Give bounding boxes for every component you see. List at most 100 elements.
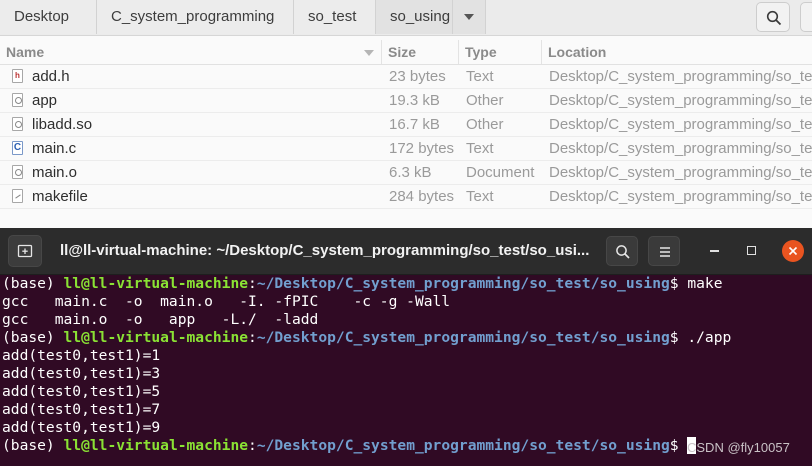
file-name: main.c — [32, 140, 77, 157]
breadcrumb-label: Desktop — [14, 8, 70, 25]
file-type: Document — [466, 164, 535, 181]
prompt-dollar: $ — [669, 437, 688, 454]
window-title: ll@ll-virtual-machine: ~/Desktop/C_syste… — [60, 242, 590, 259]
table-row[interactable]: app 19.3 kB Other Desktop/C_system_progr… — [0, 89, 812, 113]
command-text: ./app — [687, 329, 732, 346]
maximize-button[interactable] — [741, 240, 763, 262]
text-file-icon — [12, 189, 23, 203]
file-name: app — [32, 92, 58, 109]
column-size[interactable]: Size — [382, 40, 459, 64]
file-location: Desktop/C_system_programming/so_te — [549, 164, 812, 181]
file-type: Text — [466, 140, 494, 157]
prompt-user: ll@ll-virtual-machine — [63, 329, 249, 346]
minimize-button[interactable] — [704, 240, 726, 262]
new-tab-button[interactable] — [8, 235, 42, 267]
file-size: 284 bytes — [389, 188, 455, 205]
terminal-output[interactable]: (base) ll@ll-virtual-machine:~/Desktop/C… — [0, 275, 812, 466]
prompt-dollar: $ — [669, 275, 688, 292]
watermark: CSDN @fly10057 — [687, 440, 790, 455]
breadcrumb-label: so_test — [308, 8, 357, 25]
column-type[interactable]: Type — [459, 40, 542, 64]
prompt-dollar: $ — [669, 329, 688, 346]
output-line: add(test0,test1)=1 — [2, 347, 161, 364]
command-text: make — [687, 275, 723, 292]
file-location: Desktop/C_system_programming/so_te — [549, 92, 812, 109]
file-name: main.o — [32, 164, 78, 181]
prompt-path: ~/Desktop/C_system_programming/so_test/s… — [256, 437, 670, 454]
close-button[interactable] — [782, 240, 804, 262]
breadcrumb-so-using[interactable]: so_using — [376, 0, 453, 34]
breadcrumb-desktop[interactable]: Desktop — [0, 0, 97, 34]
file-name: libadd.so — [32, 116, 93, 133]
search-icon — [616, 245, 630, 259]
prompt-env: (base) — [2, 329, 64, 346]
prompt-user: ll@ll-virtual-machine — [63, 275, 249, 292]
file-manager-window: Desktop C_system_programming so_test so_… — [0, 0, 812, 230]
view-options-button[interactable] — [800, 2, 812, 32]
prompt-env: (base) — [2, 437, 64, 454]
output-line: add(test0,test1)=3 — [2, 365, 161, 382]
file-type: Other — [466, 92, 504, 109]
prompt-separator: : — [248, 437, 257, 454]
c-source-file-icon: C — [12, 141, 23, 155]
file-location: Desktop/C_system_programming/so_te — [549, 68, 812, 85]
file-name: makefile — [32, 188, 88, 205]
file-location: Desktop/C_system_programming/so_te — [549, 188, 812, 205]
menu-button[interactable] — [648, 236, 680, 266]
new-tab-icon — [17, 244, 33, 258]
output-line: gcc main.c -o main.o -I. -fPIC -c -g -Wa… — [2, 293, 451, 310]
maximize-icon — [747, 246, 756, 255]
file-type: Other — [466, 116, 504, 133]
file-location: Desktop/C_system_programming/so_te — [549, 140, 812, 157]
column-location[interactable]: Location — [542, 40, 812, 64]
output-line: gcc main.o -o app -L./ -ladd — [2, 311, 319, 328]
file-location: Desktop/C_system_programming/so_te — [549, 116, 812, 133]
terminal-search-button[interactable] — [606, 236, 638, 266]
table-row[interactable]: main.o 6.3 kB Document Desktop/C_system_… — [0, 161, 812, 185]
prompt-separator: : — [248, 329, 257, 346]
prompt-line: (base) ll@ll-virtual-machine:~/Desktop/C… — [2, 275, 812, 293]
breadcrumb-menu-button[interactable] — [453, 0, 486, 34]
prompt-path: ~/Desktop/C_system_programming/so_test/s… — [256, 275, 670, 292]
table-row[interactable]: libadd.so 16.7 kB Other Desktop/C_system… — [0, 113, 812, 137]
output-line: add(test0,test1)=7 — [2, 401, 161, 418]
sort-descending-icon — [364, 50, 374, 56]
file-size: 6.3 kB — [389, 164, 432, 181]
search-button[interactable] — [756, 2, 790, 32]
prompt-path: ~/Desktop/C_system_programming/so_test/s… — [256, 329, 670, 346]
prompt-user: ll@ll-virtual-machine — [63, 437, 249, 454]
library-file-icon — [12, 117, 23, 131]
table-row[interactable]: makefile 284 bytes Text Desktop/C_system… — [0, 185, 812, 209]
terminal-titlebar[interactable]: ll@ll-virtual-machine: ~/Desktop/C_syste… — [0, 228, 812, 275]
prompt-line: (base) ll@ll-virtual-machine:~/Desktop/C… — [2, 329, 812, 347]
column-name[interactable]: Name — [0, 40, 382, 64]
file-size: 19.3 kB — [389, 92, 440, 109]
output-line: add(test0,test1)=5 — [2, 383, 161, 400]
file-size: 172 bytes — [389, 140, 455, 157]
breadcrumb-label: C_system_programming — [111, 8, 275, 25]
search-icon — [766, 10, 782, 26]
column-header: Name Size Type Location — [0, 40, 812, 65]
prompt-separator: : — [248, 275, 257, 292]
object-file-icon — [12, 165, 23, 179]
file-name: add.h — [32, 68, 70, 85]
file-type: Text — [466, 188, 494, 205]
table-row[interactable]: h add.h 23 bytes Text Desktop/C_system_p… — [0, 65, 812, 89]
chevron-down-icon — [464, 14, 474, 20]
table-row[interactable]: C main.c 172 bytes Text Desktop/C_system… — [0, 137, 812, 161]
file-size: 23 bytes — [389, 68, 446, 85]
close-icon — [788, 246, 798, 256]
breadcrumb-so-test[interactable]: so_test — [294, 0, 376, 34]
breadcrumb-label: so_using — [390, 8, 451, 25]
breadcrumb-c-system-programming[interactable]: C_system_programming — [97, 0, 294, 34]
file-size: 16.7 kB — [389, 116, 440, 133]
hamburger-menu-icon — [660, 247, 670, 257]
output-line: add(test0,test1)=9 — [2, 419, 161, 436]
minimize-icon — [710, 250, 719, 252]
terminal-window: ll@ll-virtual-machine: ~/Desktop/C_syste… — [0, 228, 812, 466]
header-file-icon: h — [12, 69, 23, 83]
path-bar: Desktop C_system_programming so_test so_… — [0, 0, 812, 36]
executable-file-icon — [12, 93, 23, 107]
file-type: Text — [466, 68, 494, 85]
prompt-env: (base) — [2, 275, 64, 292]
